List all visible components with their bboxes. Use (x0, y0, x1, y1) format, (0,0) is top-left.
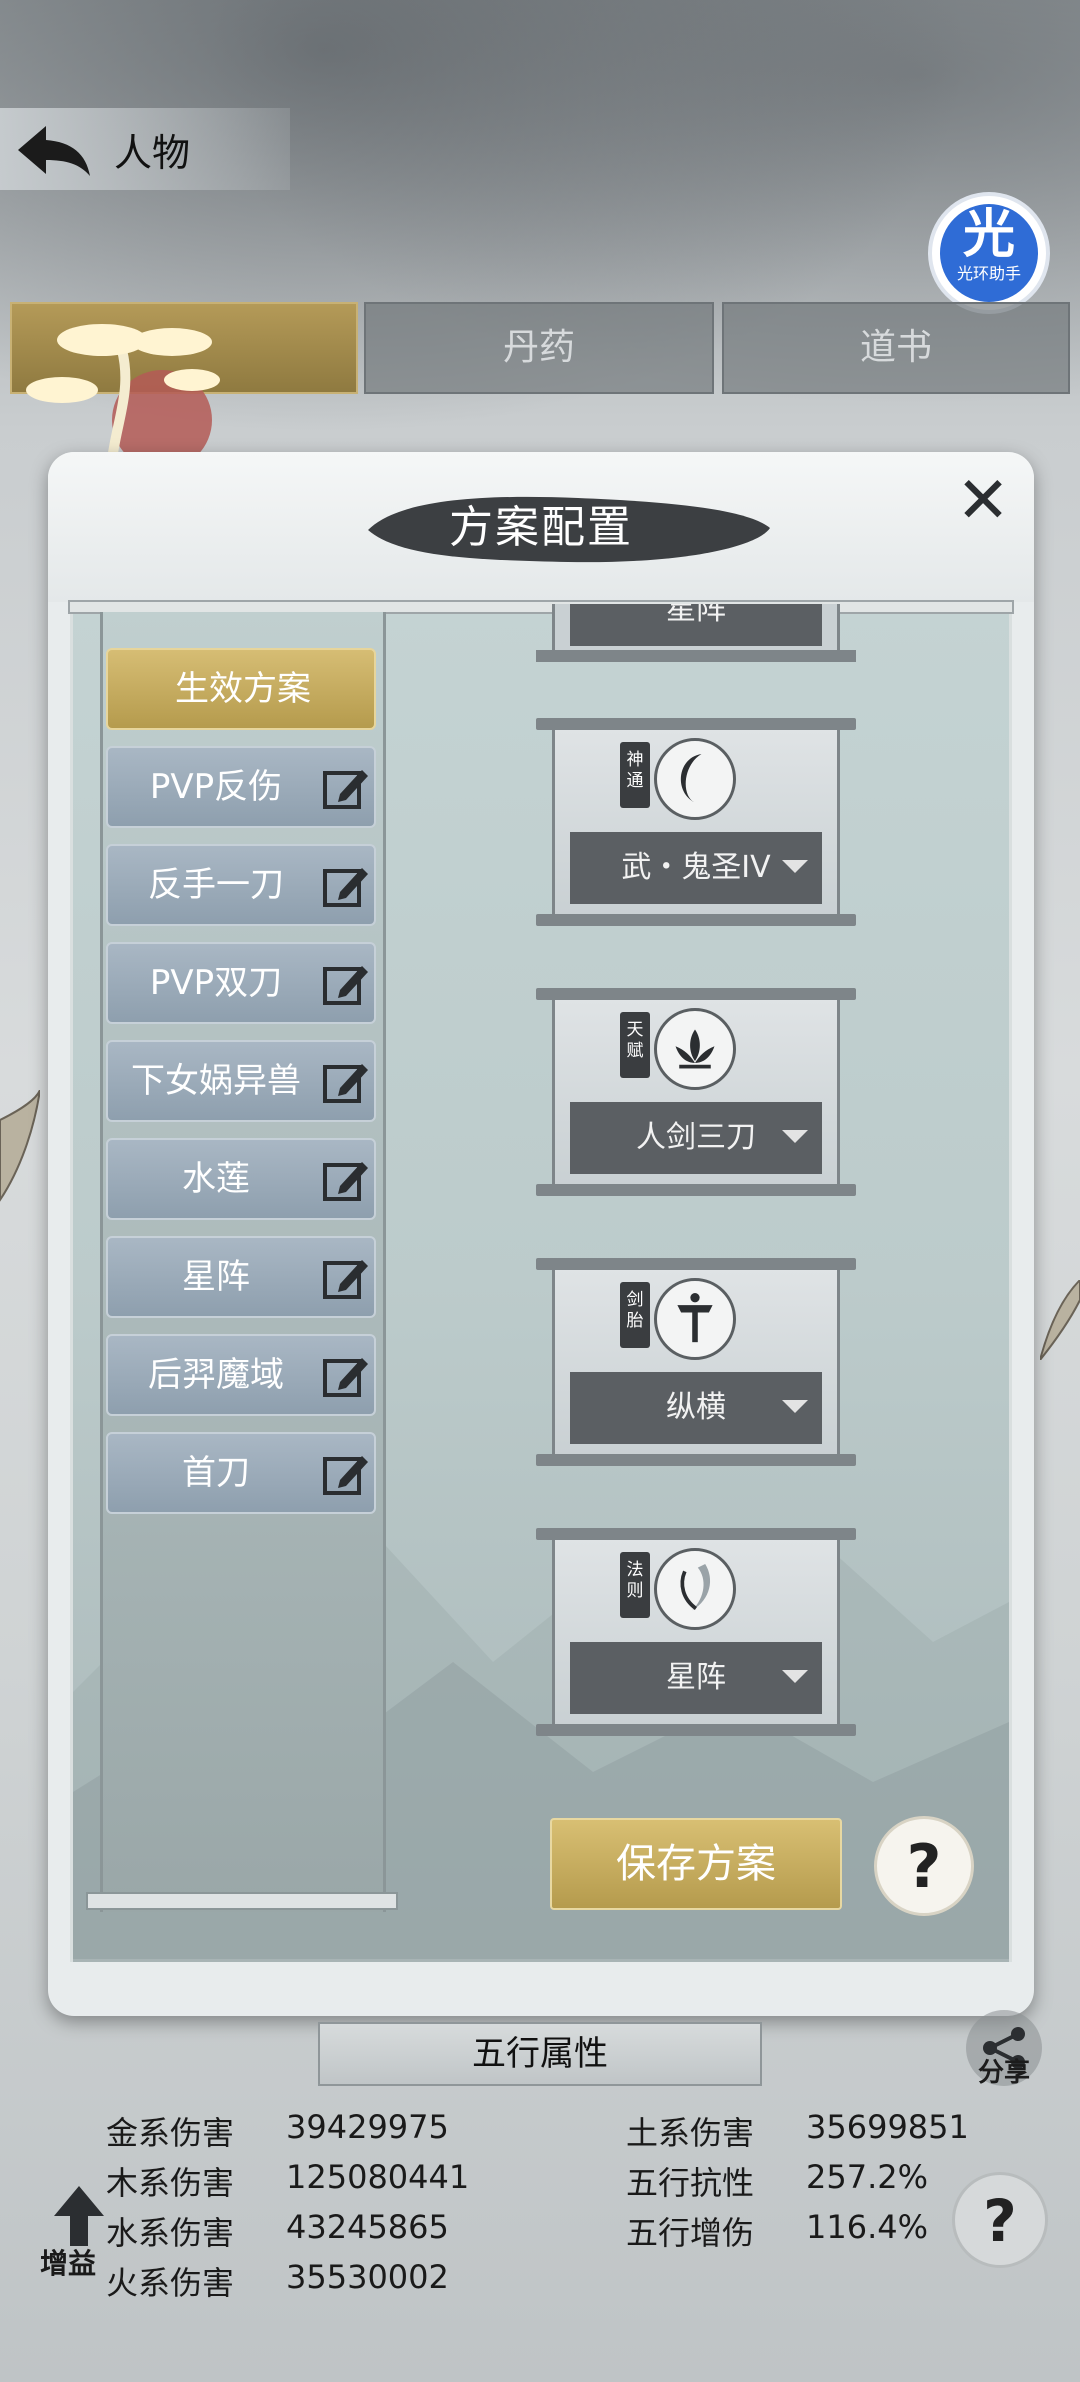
chevron-down-icon (782, 1400, 808, 1413)
plan-item[interactable]: 首刀 (106, 1432, 376, 1514)
edit-icon[interactable] (322, 862, 370, 910)
card-tag: 剑胎 (620, 1282, 650, 1348)
lotus-icon[interactable] (654, 1008, 736, 1090)
config-select-value: 星阵 (666, 1660, 726, 1695)
config-select[interactable]: 人剑三刀 (570, 1102, 822, 1174)
help-button[interactable]: ? (874, 1816, 974, 1916)
tab-pills[interactable]: 丹药 (364, 302, 714, 394)
card-top-rod (536, 988, 856, 1000)
config-select[interactable]: 武・鬼圣IV (570, 832, 822, 904)
plan-item-label: 后羿魔域 (148, 1355, 284, 1395)
plan-item[interactable]: 后羿魔域 (106, 1334, 376, 1416)
card-tag: 法则 (620, 1552, 650, 1618)
help-button-secondary[interactable]: ? (952, 2172, 1048, 2268)
config-select-partial[interactable]: 星阵 (570, 604, 822, 646)
stat-label: 五行抗性 (626, 2164, 755, 2202)
edit-icon[interactable] (322, 1450, 370, 1498)
plan-config-modal: 方案配置 ✕ 生效方案 PVP反伤 反手一刀 PVP双刀 下女娲异兽 水莲 星阵… (48, 452, 1034, 2016)
edit-icon[interactable] (322, 1254, 370, 1302)
stat-value: 35530002 (286, 2258, 449, 2296)
stat-value: 257.2% (806, 2158, 929, 2196)
bg-blade-icon (0, 1090, 40, 1202)
helper-badge: 光 光环助手 (940, 204, 1038, 302)
stat-value: 125080441 (286, 2158, 470, 2196)
chevron-down-icon (782, 1130, 808, 1143)
config-card-tianfu: 天赋 人剑三刀 (536, 988, 856, 1198)
bg-blade-icon-right (1040, 1280, 1080, 1360)
crescent-icon[interactable] (654, 738, 736, 820)
edit-icon[interactable] (322, 960, 370, 1008)
swirl-icon[interactable] (654, 1548, 736, 1630)
save-plan-button[interactable]: 保存方案 (550, 1818, 842, 1910)
plan-item-label: PVP双刀 (149, 963, 283, 1003)
stat-value: 43245865 (286, 2208, 449, 2246)
config-card-faze: 法则 星阵 (536, 1528, 856, 1738)
pine-tree-icon (26, 324, 220, 460)
close-icon[interactable]: ✕ (948, 466, 1018, 536)
plan-item-label: 下女娲异兽 (131, 1061, 301, 1101)
plan-item-label: 水莲 (182, 1159, 250, 1199)
helper-label: 光环助手 (956, 264, 1021, 283)
stat-label: 土系伤害 (626, 2114, 755, 2152)
plan-item[interactable]: 下女娲异兽 (106, 1040, 376, 1122)
stat-value: 35699851 (806, 2108, 969, 2146)
config-card-shentong: 神通 武・鬼圣IV (536, 718, 856, 928)
card-bottom-rod (536, 1724, 856, 1736)
edit-icon[interactable] (322, 1352, 370, 1400)
config-select[interactable]: 星阵 (570, 1642, 822, 1714)
config-card-partial: 星阵 (536, 604, 856, 662)
plan-item[interactable]: 反手一刀 (106, 844, 376, 926)
stat-label: 五行增伤 (626, 2214, 755, 2252)
modal-title: 方案配置 (449, 502, 633, 553)
scroll-bottom-rod (86, 1892, 398, 1910)
plan-item-label: 首刀 (182, 1453, 250, 1493)
plan-item[interactable]: 水莲 (106, 1138, 376, 1220)
plan-item[interactable]: PVP反伤 (106, 746, 376, 828)
config-card-jiantai: 剑胎 纵横 (536, 1258, 856, 1468)
sword-icon[interactable] (654, 1278, 736, 1360)
helper-glyph: 光 (962, 205, 1015, 265)
plan-item-label: 反手一刀 (148, 865, 284, 905)
stat-value: 39429975 (286, 2108, 449, 2146)
page-title: 人物 (114, 131, 191, 175)
plan-item-label: 星阵 (182, 1257, 250, 1297)
chevron-down-icon (782, 860, 808, 873)
config-select[interactable]: 纵横 (570, 1372, 822, 1444)
helper-app-button[interactable]: 光 光环助手 (928, 192, 1050, 314)
config-select-value: 纵横 (666, 1390, 726, 1425)
card-tag: 天赋 (620, 1012, 650, 1078)
stat-label: 金系伤害 (106, 2114, 235, 2152)
card-bottom-rod (536, 1454, 856, 1466)
card-top-rod (536, 1528, 856, 1540)
stat-label: 水系伤害 (106, 2214, 235, 2252)
chevron-down-icon (782, 1670, 808, 1683)
card-tag: 神通 (620, 742, 650, 808)
edit-icon[interactable] (322, 764, 370, 812)
card-top-rod (536, 1258, 856, 1270)
tab-books[interactable]: 道书 (722, 302, 1070, 394)
plan-item[interactable]: PVP双刀 (106, 942, 376, 1024)
boost-label[interactable]: 增益 (40, 2242, 96, 2282)
back-arrow-icon[interactable] (14, 120, 94, 180)
share-label: 分享 (977, 2058, 1030, 2088)
stat-label: 火系伤害 (106, 2264, 235, 2302)
plan-item[interactable]: 星阵 (106, 1236, 376, 1318)
config-select-value: 人剑三刀 (636, 1120, 756, 1155)
config-select-value: 武・鬼圣IV (621, 850, 771, 885)
wuxing-title: 五行属性 (318, 2022, 762, 2086)
plan-item-active[interactable]: 生效方案 (106, 648, 376, 730)
edit-icon[interactable] (322, 1058, 370, 1106)
card-bottom-rod (536, 914, 856, 926)
card-top-rod (536, 718, 856, 730)
plan-item-label: PVP反伤 (149, 767, 283, 807)
card-bottom-rod (536, 1184, 856, 1196)
stat-value: 116.4% (806, 2208, 929, 2246)
plan-item-label: 生效方案 (175, 669, 311, 709)
edit-icon[interactable] (322, 1156, 370, 1204)
stat-label: 木系伤害 (106, 2164, 235, 2202)
